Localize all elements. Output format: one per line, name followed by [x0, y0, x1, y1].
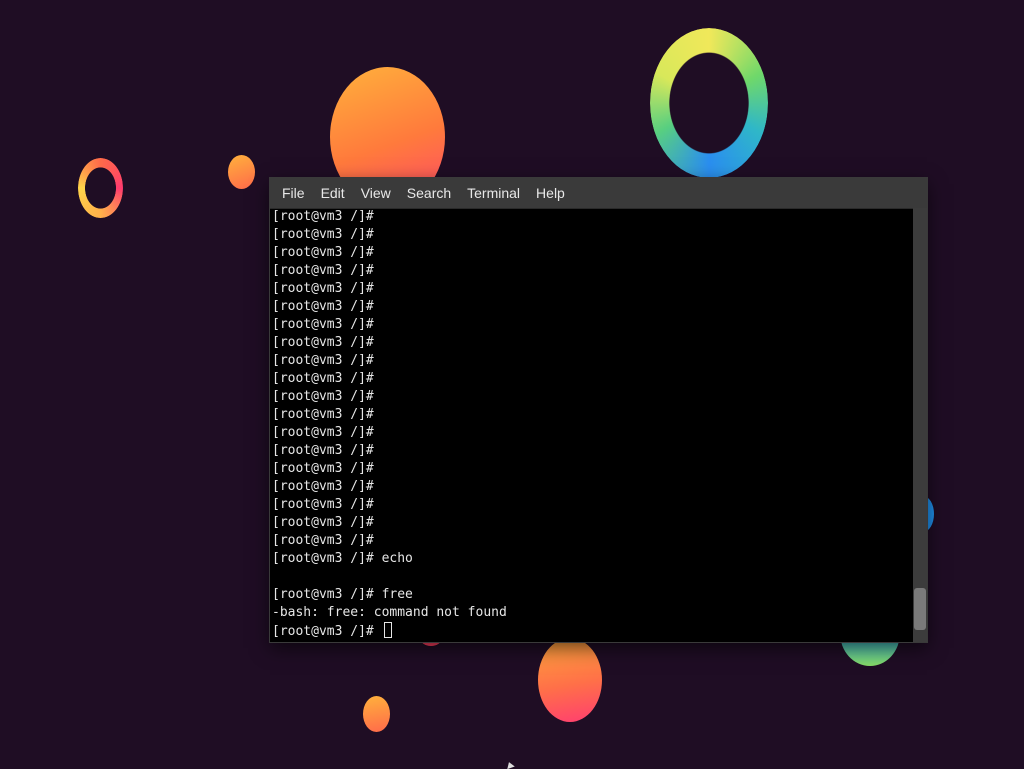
terminal-prompt: [root@vm3 /]# — [272, 624, 374, 639]
terminal-line: [root@vm3 /]# — [272, 371, 374, 386]
scrollbar-thumb[interactable] — [914, 588, 926, 630]
wallpaper-blob-orange-bottom — [538, 638, 602, 722]
terminal-line: [root@vm3 /]# — [272, 209, 374, 224]
wallpaper-ring-green — [650, 28, 768, 178]
terminal-line: [root@vm3 /]# — [272, 281, 374, 296]
terminal-line: [root@vm3 /]# — [272, 335, 374, 350]
terminal-line: [root@vm3 /]# — [272, 317, 374, 332]
terminal-line: [root@vm3 /]# — [272, 263, 374, 278]
terminal-line: [root@vm3 /]# — [272, 227, 374, 242]
menu-view[interactable]: View — [353, 178, 399, 208]
terminal-line: [root@vm3 /]# — [272, 389, 374, 404]
terminal-line: [root@vm3 /]# — [272, 443, 374, 458]
wallpaper-ring-small — [78, 158, 123, 218]
terminal-line: -bash: free: command not found — [272, 605, 507, 620]
terminal-line: [root@vm3 /]# — [272, 515, 374, 530]
menu-edit[interactable]: Edit — [313, 178, 353, 208]
terminal-line: [root@vm3 /]# — [272, 425, 374, 440]
terminal-line: [root@vm3 /]# — [272, 245, 374, 260]
terminal-scrollbar[interactable] — [913, 208, 927, 642]
terminal-line: [root@vm3 /]# — [272, 353, 374, 368]
terminal-prompt-line[interactable]: [root@vm3 /]# — [272, 622, 913, 640]
menu-terminal[interactable]: Terminal — [459, 178, 528, 208]
terminal-line: [root@vm3 /]# — [272, 461, 374, 476]
wallpaper-blob-orange-small — [228, 155, 255, 189]
terminal-menubar: File Edit View Search Terminal Help — [270, 178, 927, 209]
text-cursor-icon — [383, 622, 392, 638]
menu-search[interactable]: Search — [399, 178, 459, 208]
terminal-line: [root@vm3 /]# — [272, 479, 374, 494]
wallpaper-blob-orange-bottom-small — [363, 696, 390, 732]
terminal-line: [root@vm3 /]# — [272, 407, 374, 422]
terminal-line: [root@vm3 /]# — [272, 497, 374, 512]
terminal-line: [root@vm3 /]# echo — [272, 551, 413, 566]
terminal-output[interactable]: [root@vm3 /]# [root@vm3 /]# [root@vm3 /]… — [270, 208, 913, 642]
menu-help[interactable]: Help — [528, 178, 573, 208]
terminal-line: [root@vm3 /]# free — [272, 587, 413, 602]
terminal-line: [root@vm3 /]# — [272, 299, 374, 314]
terminal-line: [root@vm3 /]# — [272, 533, 374, 548]
menu-file[interactable]: File — [274, 178, 313, 208]
terminal-window[interactable]: File Edit View Search Terminal Help [roo… — [270, 178, 927, 642]
